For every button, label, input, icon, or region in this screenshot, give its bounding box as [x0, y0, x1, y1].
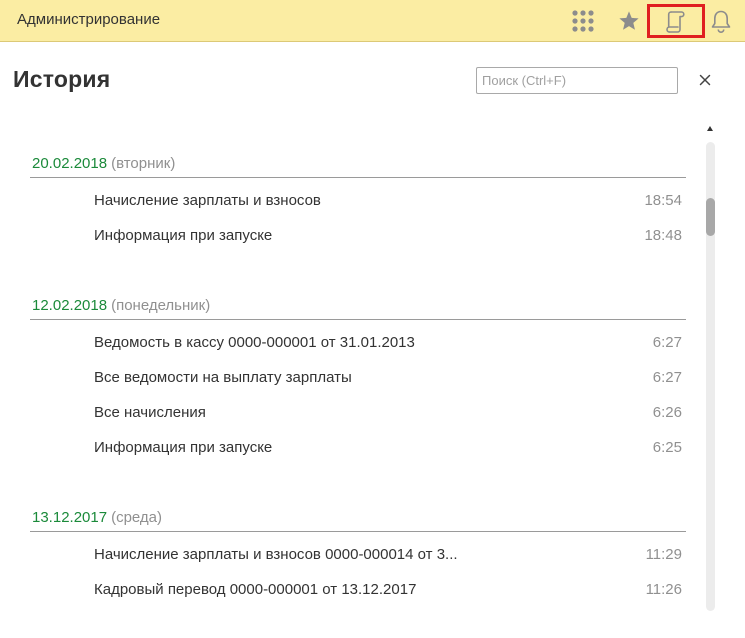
- group-date: 12.02.2018: [32, 297, 108, 314]
- apps-grid-icon[interactable]: [568, 0, 598, 42]
- history-item-title: Информация при запуске: [94, 439, 273, 456]
- history-item-time: 6:27: [652, 334, 682, 351]
- group-weekday: (понедельник): [111, 297, 211, 314]
- history-item-title: Все начисления: [94, 404, 206, 421]
- history-item[interactable]: Ведомость в кассу 0000-000001 от 31.01.2…: [30, 320, 686, 355]
- history-item-time: 6:27: [652, 369, 682, 386]
- history-item-title: Все ведомости на выплату зарплаты: [94, 369, 352, 386]
- group-weekday: (вторник): [111, 155, 176, 172]
- history-item-title: Кадровый перевод 0000-000001 от 13.12.20…: [94, 581, 417, 598]
- history-item[interactable]: Начисление зарплаты и взносов 18:54: [30, 178, 686, 213]
- history-item[interactable]: Все начисления 6:26: [30, 390, 686, 425]
- history-item[interactable]: Информация при запуске 18:48: [30, 213, 686, 248]
- history-item-title: Ведомость в кассу 0000-000001 от 31.01.2…: [94, 334, 415, 351]
- close-button[interactable]: [693, 68, 717, 92]
- page-title: История: [13, 66, 111, 92]
- history-item-title: Информация при запуске: [94, 227, 273, 244]
- history-panel: История 20.02.2018(вторник) Начисление з…: [0, 42, 745, 611]
- history-item[interactable]: Начисление зарплаты и взносов 0000-00001…: [30, 532, 686, 567]
- history-group: 20.02.2018 (вторник) Начисление зарплаты …: [30, 142, 686, 248]
- history-group: 13.12.2017 (среда) Начисление зарплаты и …: [30, 496, 686, 602]
- search-input[interactable]: [476, 67, 678, 94]
- star-icon[interactable]: [614, 0, 644, 42]
- history-item-title: Начисление зарплаты и взносов: [94, 192, 321, 209]
- group-header: 12.02.2018 (понедельник): [30, 284, 686, 320]
- top-bar: Администрирование: [0, 0, 745, 42]
- group-date: 20.02.2018: [32, 155, 108, 172]
- history-item-time: 11:26: [645, 581, 682, 598]
- history-icon: [665, 9, 687, 33]
- history-item[interactable]: Кадровый перевод 0000-000001 от 13.12.20…: [30, 567, 686, 602]
- group-date: 13.12.2017: [32, 509, 108, 526]
- group-header: 20.02.2018 (вторник): [30, 142, 686, 178]
- caret-up-icon: [707, 125, 713, 131]
- history-item-time: 18:54: [644, 192, 682, 209]
- history-item-title: Начисление зарплаты и взносов 0000-00001…: [94, 546, 458, 563]
- history-item[interactable]: Все ведомости на выплату зарплаты 6:27: [30, 355, 686, 390]
- bell-icon[interactable]: [706, 0, 736, 42]
- history-button[interactable]: [647, 4, 705, 38]
- history-item-time: 18:48: [644, 227, 682, 244]
- group-weekday: (среда): [111, 509, 163, 526]
- history-item-time: 6:25: [652, 439, 682, 456]
- history-item[interactable]: Информация при запуске 6:25: [30, 425, 686, 460]
- scrollbar-thumb[interactable]: [706, 198, 715, 236]
- history-group: 12.02.2018 (понедельник) Ведомость в касс…: [30, 284, 686, 460]
- scroll-up-button[interactable]: [703, 122, 717, 134]
- group-header: 13.12.2017 (среда): [30, 496, 686, 532]
- history-item-time: 6:26: [652, 404, 682, 421]
- history-list: 20.02.2018 (вторник) Начисление зарплаты …: [30, 142, 686, 638]
- app-title: Администрирование: [17, 11, 161, 28]
- history-item-time: 11:29: [645, 546, 682, 563]
- scrollbar-track[interactable]: [706, 142, 715, 611]
- close-icon: [699, 74, 711, 86]
